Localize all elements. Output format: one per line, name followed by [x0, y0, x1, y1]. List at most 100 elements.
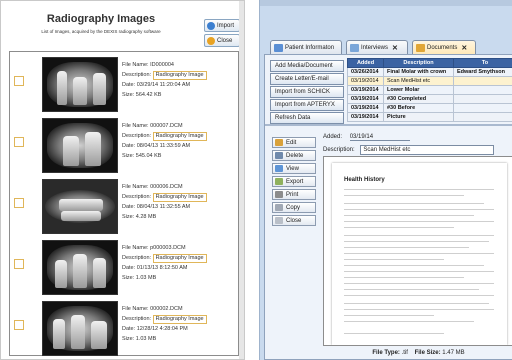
tab-interviews[interactable]: Interviews ✕ — [346, 40, 408, 54]
file-name-value: ID000004 — [150, 62, 174, 68]
date-label: Date: — [122, 265, 136, 271]
text-line — [344, 247, 469, 248]
tab-patient-information[interactable]: Patient Informaton — [270, 40, 342, 54]
document-page: Health History — [332, 163, 507, 345]
delete-icon — [275, 152, 283, 159]
select-checkbox[interactable] — [14, 76, 24, 86]
size-label: Size: — [122, 275, 135, 281]
view-button[interactable]: View — [272, 163, 316, 174]
table-row[interactable]: 03/26/2014 Final Molar with crown Edward… — [347, 67, 512, 77]
xray-thumbnail[interactable] — [42, 240, 118, 295]
size-value: 1.03 MB — [135, 275, 157, 281]
tooth-shape — [63, 136, 79, 166]
import-button[interactable]: Import — [204, 19, 240, 32]
tab-label: Interviews — [361, 44, 389, 51]
file-name-label: File Name: — [122, 62, 149, 68]
scrollbar[interactable] — [239, 1, 244, 359]
text-line — [344, 271, 494, 272]
cell-description: #30 Completed — [383, 94, 454, 104]
import-from-schick-button[interactable]: Import from SCHICK — [270, 86, 344, 98]
delete-button[interactable]: Delete — [272, 150, 316, 161]
refresh-data-button[interactable]: Refresh Data — [270, 112, 344, 124]
import-from-apteryx-button[interactable]: Import from APTERYX — [270, 99, 344, 111]
image-list[interactable]: File Name: ID000004 Description: Radiogr… — [9, 51, 239, 356]
description-field[interactable]: Scan MedHist etc — [360, 145, 495, 155]
image-list-item[interactable]: File Name: 000007.DCM Description: Radio… — [10, 115, 238, 175]
tooth-shape — [57, 71, 67, 105]
text-line — [344, 321, 474, 322]
file-name-value: 000002.DCM — [150, 306, 183, 312]
edit-icon — [275, 139, 283, 146]
description-label: Description: — [323, 147, 355, 153]
file-type-label: File Type: — [372, 350, 400, 356]
column-header-to[interactable]: To — [453, 58, 512, 68]
description-field[interactable]: Radiography Image — [152, 71, 207, 80]
image-list-item[interactable]: File Name: 000002.DCM Description: Radio… — [10, 298, 238, 358]
cell-added: 03/19/2014 — [347, 76, 384, 86]
print-button[interactable]: Print — [272, 189, 316, 200]
cell-added: 03/26/2014 — [347, 67, 384, 77]
tab-label: Patient Informaton — [285, 44, 335, 51]
image-metadata: File Name: ID000004 Description: Radiogr… — [122, 60, 207, 100]
close-button[interactable]: Close — [204, 34, 240, 47]
description-label: Description: — [122, 72, 152, 78]
xray-thumbnail[interactable] — [42, 301, 118, 356]
view-label: View — [286, 165, 299, 172]
image-list-item[interactable]: File Name: ID000004 Description: Radiogr… — [10, 54, 238, 114]
close-tab-icon[interactable]: ✕ — [392, 44, 398, 52]
description-field[interactable]: Radiography Image — [152, 193, 207, 202]
document-preview[interactable]: Health History — [323, 156, 512, 346]
image-list-item[interactable]: File Name: 000006.DCM Description: Radio… — [10, 176, 238, 236]
image-list-item[interactable]: File Name: p000003.DCM Description: Radi… — [10, 237, 238, 297]
table-row[interactable]: 03/19/2014 #30 Completed — [347, 94, 512, 104]
tooth-shape — [61, 211, 101, 221]
xray-thumbnail[interactable] — [42, 118, 118, 173]
table-row-selected[interactable]: 03/19/2014 Scan MedHist etc — [347, 76, 512, 86]
export-label: Export — [286, 178, 304, 185]
copy-button[interactable]: Copy — [272, 202, 316, 213]
close-tab-icon[interactable]: ✕ — [461, 44, 467, 52]
panel-title: Radiography Images — [46, 13, 156, 25]
edit-button[interactable]: Edit — [272, 137, 316, 148]
tooth-shape — [59, 199, 103, 211]
description-field[interactable]: Radiography Image — [152, 254, 207, 263]
date-value: 01/13/13 8:12:50 AM — [136, 265, 188, 271]
text-line — [344, 309, 494, 310]
description-field[interactable]: Radiography Image — [152, 132, 207, 141]
tooth-shape — [73, 77, 87, 105]
export-button[interactable]: Export — [272, 176, 316, 187]
select-checkbox[interactable] — [14, 259, 24, 269]
text-line — [344, 283, 494, 284]
close-document-button[interactable]: Close — [272, 215, 316, 226]
select-checkbox[interactable] — [14, 137, 24, 147]
patient-documents-window: Patient Informaton Interviews ✕ Document… — [259, 0, 512, 360]
description-field[interactable]: Radiography Image — [152, 315, 207, 324]
select-checkbox[interactable] — [14, 198, 24, 208]
table-row[interactable]: 03/19/2014 #30 Before — [347, 103, 512, 113]
table-row[interactable]: 03/19/2014 Lower Molar — [347, 85, 512, 95]
xray-thumbnail[interactable] — [42, 179, 118, 234]
select-checkbox[interactable] — [14, 320, 24, 330]
app-root: Radiography Images List of Images, acqui… — [0, 0, 512, 360]
date-label: Date: — [122, 82, 136, 88]
table-row[interactable]: 03/19/2014 Picture — [347, 112, 512, 122]
column-header-description[interactable]: Description — [383, 58, 454, 68]
splitter[interactable] — [265, 124, 512, 126]
size-value: 4.28 MB — [135, 214, 157, 220]
image-metadata: File Name: 000006.DCM Description: Radio… — [122, 182, 207, 222]
xray-thumbnail[interactable] — [42, 57, 118, 112]
cell-description: Final Molar with crown — [383, 67, 454, 77]
description-row: Description: Scan MedHist etc — [323, 145, 495, 155]
column-header-added[interactable]: Added — [347, 58, 384, 68]
add-media-document-button[interactable]: Add Media/Document — [270, 60, 344, 72]
added-row: Added: 03/19/14 — [323, 134, 410, 141]
date-value: 12/28/12 4:28:04 PM — [136, 326, 188, 332]
import-label: Import — [217, 22, 235, 29]
tab-documents[interactable]: Documents ✕ — [412, 40, 476, 54]
create-letter-email-button[interactable]: Create Letter/E-mail — [270, 73, 344, 85]
cell-to — [453, 103, 512, 113]
cell-to — [453, 94, 512, 104]
description-label: Description: — [122, 194, 152, 200]
cell-to — [453, 76, 512, 86]
text-line — [344, 253, 494, 254]
